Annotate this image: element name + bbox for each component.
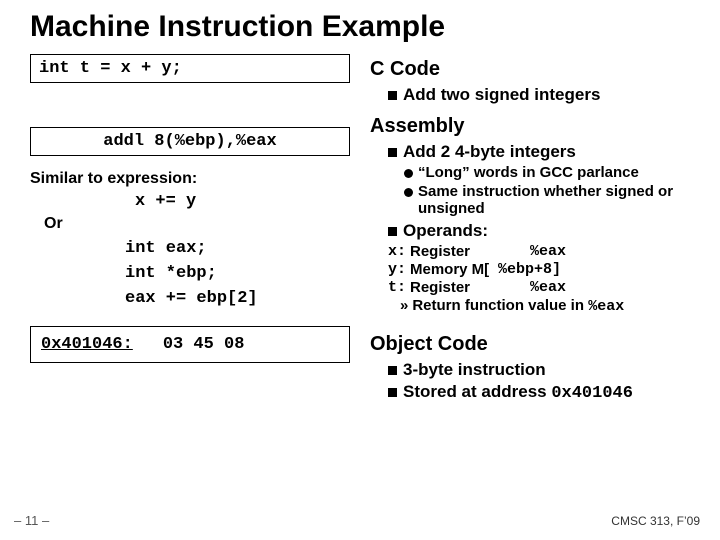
obj-bullet-1: 3-byte instruction — [388, 360, 690, 380]
op-t-lbl: t: — [388, 279, 410, 296]
stmt-1: int eax; — [125, 239, 350, 258]
operand-y: y: Memory M[ %ebp+8] — [388, 261, 690, 278]
asm-sub-2-text: Same instruction whether signed or unsig… — [418, 183, 690, 217]
c-code-box: int t = x + y; — [30, 54, 350, 83]
obj-bullet-2-text: Stored at address 0x401046 — [403, 382, 633, 403]
stmt-2: int *ebp; — [125, 264, 350, 283]
obj-addr-inline: 0x401046 — [551, 384, 633, 403]
content-columns: int t = x + y; addl 8(%ebp),%eax Similar… — [30, 54, 690, 405]
expr: x += y — [135, 192, 350, 211]
obj-bytes: 03 45 08 — [163, 335, 245, 354]
op-t-val: %eax — [530, 279, 566, 296]
asm-code: addl 8(%ebp),%eax — [103, 132, 276, 151]
asm-code-box: addl 8(%ebp),%eax — [30, 127, 350, 156]
asm-sub-2: Same instruction whether signed or unsig… — [404, 183, 690, 217]
obj-bullet-1-text: 3-byte instruction — [403, 360, 546, 380]
asm-bullet-2: Operands: — [388, 221, 690, 241]
similar-label: Similar to expression: — [30, 170, 350, 188]
asm-bullet-1: Add 2 4-byte integers — [388, 142, 690, 162]
slide: Machine Instruction Example int t = x + … — [0, 0, 720, 540]
operand-x: x: Register %eax — [388, 243, 690, 260]
square-bullet-icon — [388, 91, 397, 100]
op-x-val: %eax — [530, 243, 566, 260]
op-x-desc: Register — [410, 243, 530, 260]
square-bullet-icon — [388, 388, 397, 397]
dot-bullet-icon — [404, 169, 413, 178]
stmt-3: eax += ebp[2] — [125, 289, 350, 308]
raquo-icon: » — [400, 297, 408, 314]
operand-t: t: Register %eax — [388, 279, 690, 296]
op-y-val: %ebp+8] — [498, 261, 561, 278]
asm-sub-1: “Long” words in GCC parlance — [404, 164, 690, 181]
c-code-bullet-1-text: Add two signed integers — [403, 85, 600, 105]
obj-head: Object Code — [370, 333, 690, 356]
asm-sub-1-text: “Long” words in GCC parlance — [418, 164, 639, 181]
stmt-block: int eax; int *ebp; eax += ebp[2] — [125, 239, 350, 308]
square-bullet-icon — [388, 227, 397, 236]
slide-title: Machine Instruction Example — [30, 10, 690, 44]
c-code-bullet-1: Add two signed integers — [388, 85, 690, 105]
dot-bullet-icon — [404, 188, 413, 197]
or-label: Or — [44, 215, 350, 233]
object-code-box: 0x401046: 03 45 08 — [30, 326, 350, 363]
asm-head: Assembly — [370, 115, 690, 138]
return-text: Return function value in %eax — [412, 297, 624, 315]
c-code-head: C Code — [370, 58, 690, 81]
footer-text: CMSC 313, F’09 — [611, 514, 700, 528]
obj-address: 0x401046: — [41, 335, 133, 354]
obj-bullet-2: Stored at address 0x401046 — [388, 382, 690, 403]
page-number: – 11 – — [14, 513, 49, 528]
asm-bullet-2-text: Operands: — [403, 221, 488, 241]
right-column: C Code Add two signed integers Assembly … — [370, 54, 690, 405]
asm-bullet-1-text: Add 2 4-byte integers — [403, 142, 576, 162]
op-t-desc: Register — [410, 279, 530, 296]
return-reg: %eax — [588, 298, 624, 315]
square-bullet-icon — [388, 366, 397, 375]
left-column: int t = x + y; addl 8(%ebp),%eax Similar… — [30, 54, 350, 405]
op-y-lbl: y: — [388, 261, 410, 278]
c-code: int t = x + y; — [39, 59, 182, 78]
return-note: » Return function value in %eax — [400, 297, 690, 315]
square-bullet-icon — [388, 148, 397, 157]
op-x-lbl: x: — [388, 243, 410, 260]
